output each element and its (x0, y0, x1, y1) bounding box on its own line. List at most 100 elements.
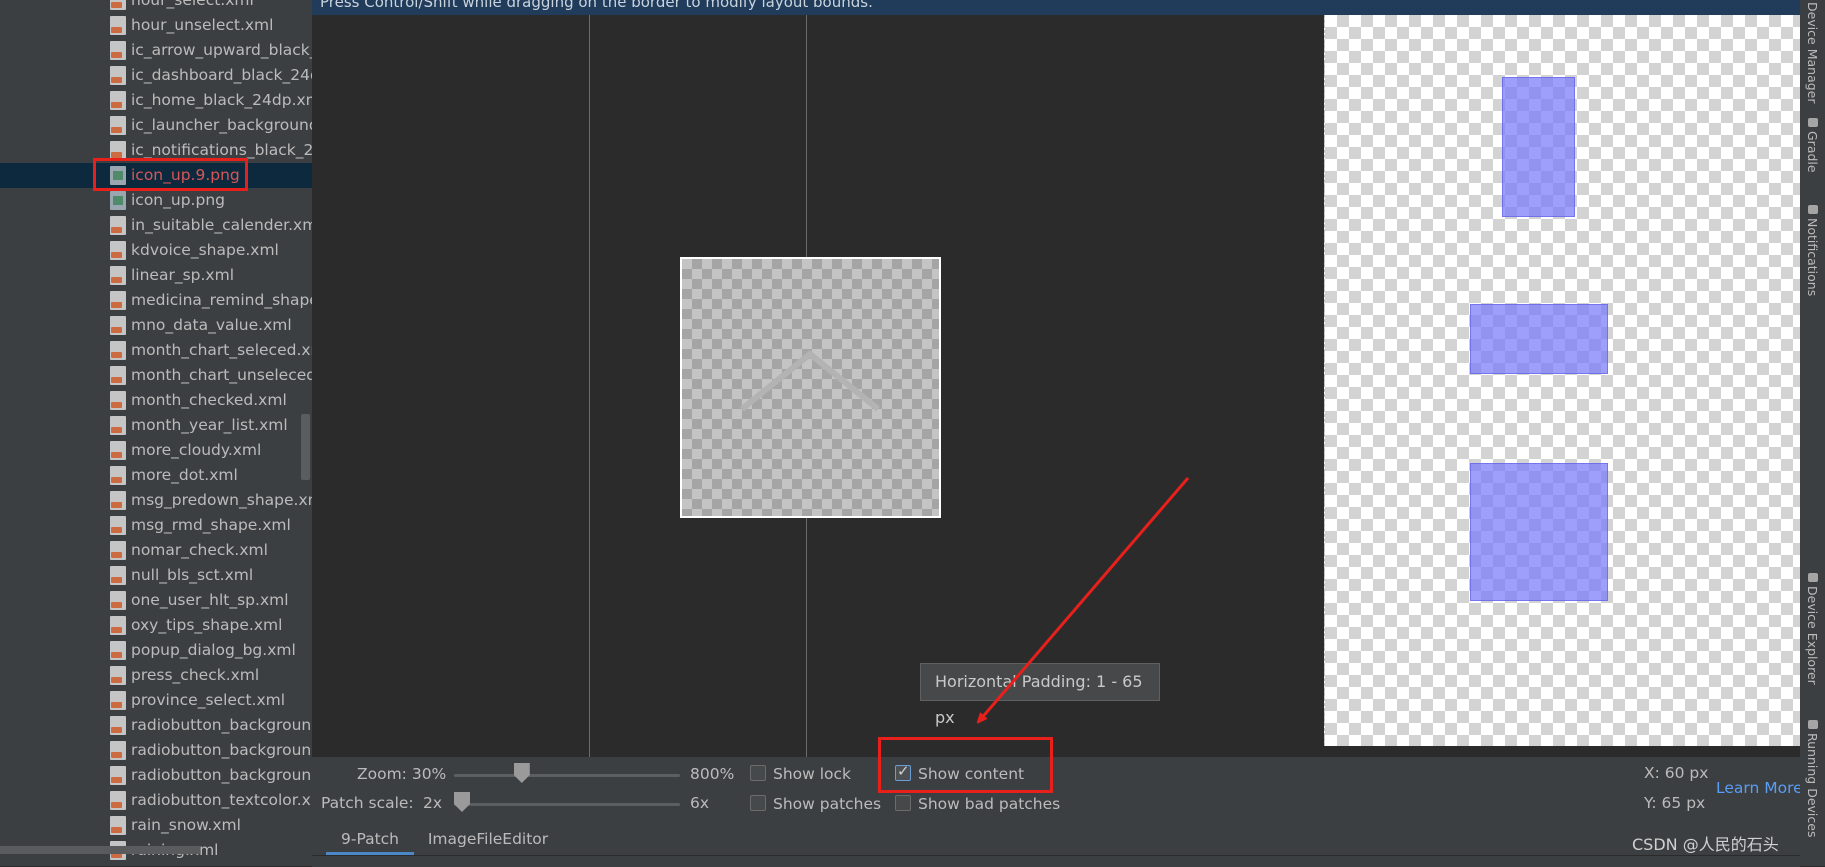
learn-more-link[interactable]: Learn More (1716, 779, 1803, 797)
show-lock-label[interactable]: Show lock (773, 765, 851, 783)
file-row[interactable]: press_check.xml (0, 663, 312, 688)
file-name: more_cloudy.xml (131, 441, 262, 459)
file-tree-horizontal-scrollbar[interactable] (0, 846, 200, 854)
gradle-tool[interactable]: Gradle (1800, 118, 1825, 173)
xml-file-icon (110, 591, 126, 610)
xml-file-icon (110, 291, 126, 310)
file-row[interactable]: medicina_remind_shape.x (0, 288, 312, 313)
file-name: month_checked.xml (131, 391, 287, 409)
file-row[interactable]: msg_rmd_shape.xml (0, 513, 312, 538)
image-file-icon (110, 191, 126, 210)
file-row[interactable]: radiobutton_background (0, 763, 312, 788)
show-bad-patches-label[interactable]: Show bad patches (918, 795, 1060, 813)
preview-horizontal-stretch (1470, 304, 1608, 374)
watermark: CSDN @人民的石头 (1632, 835, 1779, 854)
xml-file-icon (110, 316, 126, 335)
bell-icon (1807, 205, 1818, 214)
preview-vertical-stretch (1502, 77, 1575, 217)
file-row[interactable]: month_chart_seleced.xm (0, 338, 312, 363)
xml-file-icon (110, 416, 126, 435)
xml-file-icon (110, 266, 126, 285)
device-explorer-label: Device Explorer (1805, 586, 1820, 685)
xml-file-icon (110, 641, 126, 660)
file-row[interactable]: month_checked.xml (0, 388, 312, 413)
file-row[interactable]: month_chart_unseleced.x (0, 363, 312, 388)
xml-file-icon (110, 341, 126, 360)
file-row[interactable]: ic_dashboard_black_24dp (0, 63, 312, 88)
show-patches-label[interactable]: Show patches (773, 795, 881, 813)
gradle-icon (1807, 118, 1818, 127)
patch-scale-slider[interactable] (454, 803, 680, 806)
show-bad-patches-checkbox[interactable] (895, 795, 911, 811)
file-name: ic_arrow_upward_black_2 (131, 41, 312, 59)
file-name: more_dot.xml (131, 466, 238, 484)
hint-banner: Press Control/Shift while dragging on th… (312, 0, 1800, 15)
file-name: radiobutton_background (131, 716, 312, 734)
file-name: hour_unselect.xml (131, 16, 274, 34)
zoom-slider[interactable] (454, 774, 680, 777)
running-devices-tool[interactable]: Running Devices (1800, 720, 1825, 837)
xml-file-icon (110, 766, 126, 785)
file-row[interactable]: popup_dialog_bg.xml (0, 638, 312, 663)
device-explorer-tool[interactable]: Device Explorer (1800, 573, 1825, 685)
preview-panel (1312, 15, 1801, 757)
nine-patch-editor-canvas[interactable]: Horizontal Padding: 1 - 65 px (312, 15, 1312, 757)
patch-scale-min-label: 2x (423, 794, 443, 812)
file-row[interactable]: msg_predown_shape.xm (0, 488, 312, 513)
right-tool-window-strip: Device Manager Gradle Notifications Devi… (1800, 0, 1825, 866)
file-row[interactable]: kdvoice_shape.xml (0, 238, 312, 263)
tab-9-patch[interactable]: 9-Patch (326, 825, 414, 855)
file-row[interactable]: icon_up.png (0, 188, 312, 213)
file-row[interactable]: more_dot.xml (0, 463, 312, 488)
nine-patch-image[interactable] (680, 257, 941, 518)
file-row[interactable]: ic_launcher_background.x (0, 113, 312, 138)
file-name: month_year_list.xml (131, 416, 288, 434)
file-name: popup_dialog_bg.xml (131, 641, 296, 659)
patch-guide-line-left[interactable] (589, 15, 590, 757)
file-name: ic_dashboard_black_24dp (131, 66, 312, 84)
xml-file-icon (110, 391, 126, 410)
xml-file-icon (110, 441, 126, 460)
file-name: medicina_remind_shape.x (131, 291, 312, 309)
file-row[interactable]: rain_snow.xml (0, 813, 312, 838)
file-row[interactable]: ic_arrow_upward_black_2 (0, 38, 312, 63)
file-row[interactable]: one_user_hlt_sp.xml (0, 588, 312, 613)
file-name: hour_select.xml (131, 0, 254, 9)
xml-file-icon (110, 516, 126, 535)
file-name: radiobutton_background (131, 766, 312, 784)
gradle-label: Gradle (1805, 131, 1820, 173)
file-row[interactable]: more_cloudy.xml (0, 438, 312, 463)
file-row[interactable]: radiobutton_background (0, 713, 312, 738)
file-row[interactable]: linear_sp.xml (0, 263, 312, 288)
project-file-tree[interactable]: hour_select.xml hour_unselect.xml ic_arrow… (0, 0, 312, 866)
file-row[interactable]: in_suitable_calender.xml (0, 213, 312, 238)
xml-file-icon (110, 816, 126, 835)
file-row[interactable]: null_bls_sct.xml (0, 563, 312, 588)
tab-imagefileeditor[interactable]: ImageFileEditor (424, 825, 552, 855)
file-row[interactable]: province_select.xml (0, 688, 312, 713)
xml-file-icon (110, 91, 126, 110)
file-row[interactable]: month_year_list.xml (0, 413, 312, 438)
file-row[interactable]: nomar_check.xml (0, 538, 312, 563)
file-row[interactable]: oxy_tips_shape.xml (0, 613, 312, 638)
y-coordinate-readout: Y: 65 px (1644, 794, 1706, 812)
file-row[interactable]: hour_select.xml (0, 0, 312, 13)
show-patches-checkbox[interactable] (750, 795, 766, 811)
xml-file-icon (110, 466, 126, 485)
file-row[interactable]: mno_data_value.xml (0, 313, 312, 338)
notifications-tool[interactable]: Notifications (1800, 205, 1825, 296)
device-manager-tool[interactable]: Device Manager (1800, 2, 1825, 104)
file-row[interactable]: ic_home_black_24dp.xml (0, 88, 312, 113)
file-row[interactable]: hour_unselect.xml (0, 13, 312, 38)
zoom-slider-thumb[interactable] (513, 763, 530, 783)
patch-scale-slider-thumb[interactable] (454, 792, 470, 812)
file-tree-scrollbar[interactable] (301, 414, 310, 480)
file-row[interactable]: radiobutton_background (0, 738, 312, 763)
file-row[interactable]: radiobutton_textcolor.xn (0, 788, 312, 813)
file-name: province_select.xml (131, 691, 286, 709)
show-lock-checkbox[interactable] (750, 765, 766, 781)
notifications-label: Notifications (1805, 218, 1820, 297)
xml-file-icon (110, 0, 126, 10)
xml-file-icon (110, 41, 126, 60)
file-name: ic_launcher_background.x (131, 116, 312, 134)
